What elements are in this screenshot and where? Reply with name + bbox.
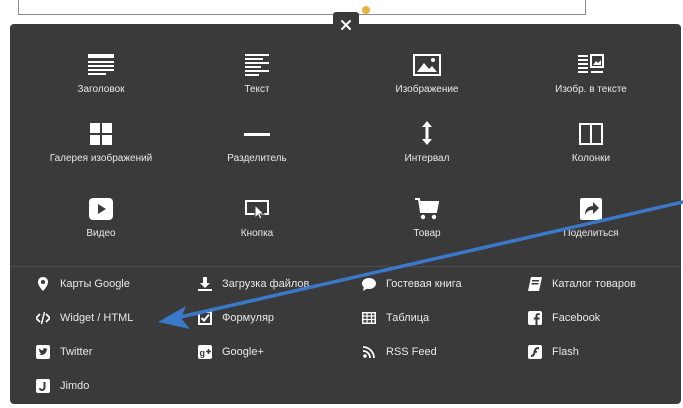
button-icon [245,190,269,220]
heading-icon [88,46,114,76]
item-widget-html[interactable]: Widget / HTML [36,308,133,328]
tile-label: Разделитель [227,153,287,164]
map-pin-icon [36,277,50,291]
item-label: Таблица [386,312,430,324]
item-label: Каталог товаров [552,278,636,290]
item-facebook[interactable]: Facebook [528,308,600,328]
rss-icon [362,345,376,359]
close-icon [341,20,351,30]
tile-gallery[interactable]: Галерея изображений [26,115,176,175]
flash-icon [528,345,542,359]
image-in-text-icon [578,46,604,76]
item-label: Jimdo [60,380,90,392]
tile-label: Товар [413,228,441,239]
item-label: Формуляр [222,312,275,324]
tile-label: Изображение [395,84,459,95]
item-file-download[interactable]: Загрузка файлов [198,274,309,294]
tile-divider[interactable]: Разделитель [182,115,332,175]
tile-share[interactable]: Поделиться [516,190,666,250]
item-rss-feed[interactable]: RSS Feed [362,342,437,362]
tile-heading[interactable]: Заголовок [26,46,176,106]
tile-label: Текст [244,84,270,95]
tile-image-in-text[interactable]: Изобр. в тексте [516,46,666,106]
item-google-maps[interactable]: Карты Google [36,274,130,294]
item-label: Twitter [60,346,93,358]
image-icon [413,46,441,76]
item-label: RSS Feed [386,346,437,358]
tile-label: Кнопка [240,228,274,239]
tile-label: Поделиться [563,228,619,239]
item-product-catalog[interactable]: Каталог товаров [528,274,636,294]
facebook-icon [528,311,542,325]
item-label: Гостевая книга [386,278,462,290]
tile-product[interactable]: Товар [352,190,502,250]
tile-label: Заголовок [77,84,125,95]
item-twitter[interactable]: Twitter [36,342,92,362]
tile-label: Галерея изображений [49,153,153,164]
item-label: Widget / HTML [60,312,134,324]
video-icon [89,190,113,220]
tile-label: Изобр. в тексте [555,84,627,95]
google-plus-icon: g [198,345,212,359]
share-icon [580,190,602,220]
svg-text:g: g [200,348,206,358]
tile-label: Интервал [404,153,450,164]
jimdo-icon [36,379,50,393]
cart-icon [415,190,439,220]
tile-button[interactable]: Кнопка [182,190,332,250]
tile-spacing[interactable]: Интервал [352,115,502,175]
speech-bubble-icon [362,277,376,291]
tile-columns[interactable]: Колонки [516,115,666,175]
section-divider [10,266,681,267]
twitter-icon [36,345,50,359]
tile-label: Видео [86,228,116,239]
item-label: Карты Google [60,278,130,290]
spacing-icon [421,115,433,145]
item-table[interactable]: Таблица [362,308,429,328]
item-guestbook[interactable]: Гостевая книга [362,274,462,294]
tile-video[interactable]: Видео [26,190,176,250]
download-icon [198,277,212,291]
item-flash[interactable]: Flash [528,342,579,362]
item-label: Загрузка файлов [222,278,310,290]
item-label: Facebook [552,312,601,324]
item-jimdo[interactable]: Jimdo [36,376,89,396]
gallery-icon [90,115,112,145]
drag-handle[interactable] [362,6,370,14]
tile-label: Колонки [571,153,611,164]
checkbox-form-icon [198,311,212,325]
code-icon [36,311,50,325]
columns-icon [579,115,603,145]
item-form[interactable]: Формуляр [198,308,274,328]
divider-icon [244,115,270,145]
tile-text[interactable]: Текст [182,46,332,106]
item-label: Google+ [222,346,264,358]
item-google-plus[interactable]: g Google+ [198,342,264,362]
close-button[interactable] [333,12,359,38]
table-icon [362,311,376,325]
catalog-icon [528,277,542,291]
text-icon [245,46,269,76]
content-block-outline [18,0,586,15]
tile-image[interactable]: Изображение [352,46,502,106]
item-label: Flash [552,346,579,358]
